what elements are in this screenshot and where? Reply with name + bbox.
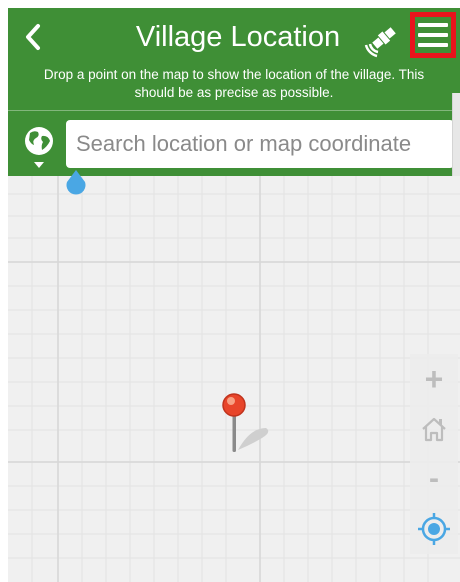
home-icon	[422, 417, 446, 442]
header-bar: Village Location Drop a point on the map…	[8, 8, 460, 253]
zoom-out-button[interactable]: -	[410, 454, 458, 504]
page-title: Village Location	[135, 21, 341, 53]
menu-button[interactable]	[410, 12, 456, 58]
satellite-icon	[364, 27, 396, 58]
instructions-text: Drop a point on the map to show the loca…	[8, 66, 460, 102]
instructions-line-2: should be as precise as possible.	[134, 85, 334, 100]
search-input[interactable]	[66, 120, 454, 168]
gps-button[interactable]	[364, 18, 404, 58]
map-view[interactable]	[8, 176, 460, 582]
chevron-left-icon	[26, 24, 40, 50]
back-button[interactable]	[18, 20, 48, 54]
instructions-line-1: Drop a point on the map to show the loca…	[43, 67, 425, 82]
drop-handle-icon	[66, 170, 86, 195]
globe-icon	[25, 127, 53, 168]
app-screen: Village Location Drop a point on the map…	[8, 8, 460, 582]
hamburger-menu-icon	[418, 23, 448, 47]
map-grid	[8, 176, 460, 582]
basemap-button[interactable]	[20, 122, 60, 172]
zoom-in-label: +	[424, 361, 444, 397]
zoom-out-label: -	[429, 462, 439, 495]
home-button[interactable]	[410, 404, 458, 454]
header-divider	[8, 110, 460, 111]
map-controls: + -	[410, 354, 458, 554]
locate-icon	[418, 513, 450, 545]
zoom-in-button[interactable]: +	[410, 354, 458, 404]
drop-point-handle[interactable]	[64, 168, 88, 196]
location-pin[interactable]	[220, 392, 280, 458]
locate-button[interactable]	[410, 504, 458, 554]
map-pin-icon	[222, 393, 269, 452]
